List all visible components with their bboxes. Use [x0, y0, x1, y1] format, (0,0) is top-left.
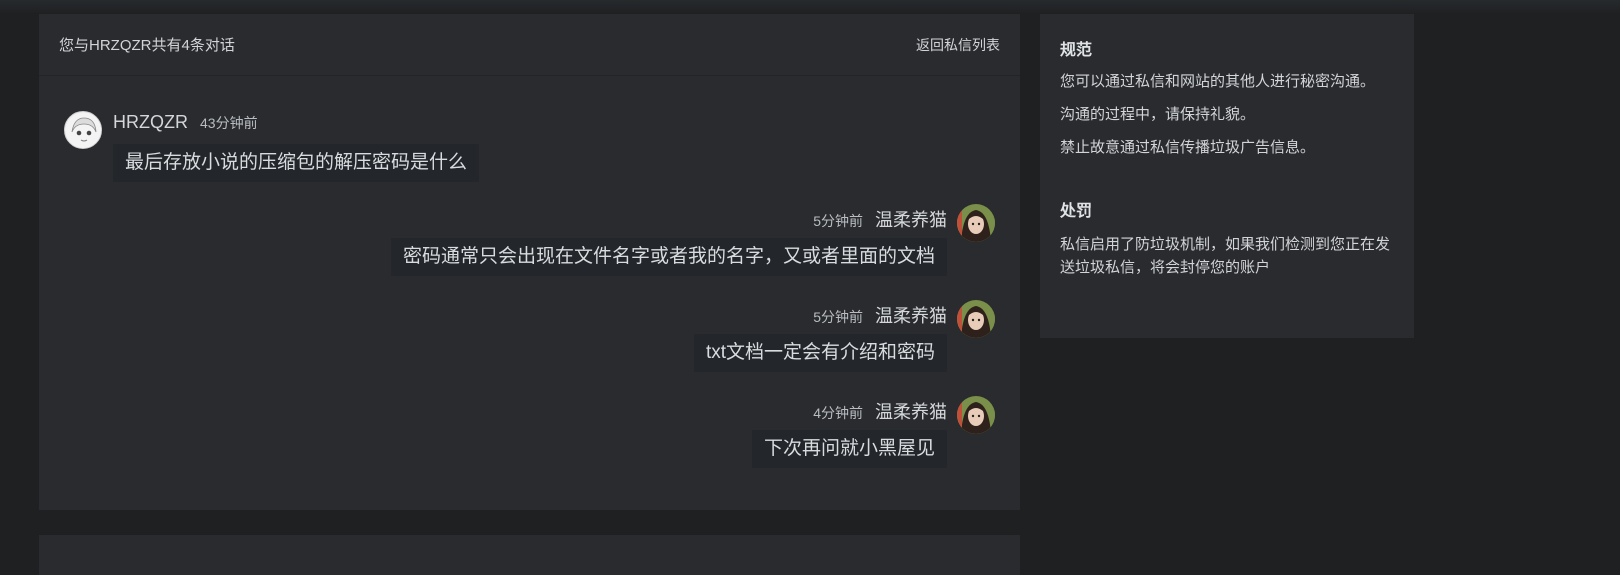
message-meta: HRZQZR 43分钟前: [113, 112, 258, 133]
girl-photo-avatar[interactable]: [957, 396, 995, 434]
conversation-panel: 您与HRZQZR共有4条对话 返回私信列表 HRZQZR 43分钟前 最后存放小…: [39, 14, 1020, 510]
message-time: 43分钟前: [200, 115, 258, 131]
penalty-heading: 处罚: [1060, 203, 1093, 220]
message-list: HRZQZR 43分钟前 最后存放小说的压缩包的解压密码是什么 5分钟前 温柔养…: [39, 76, 1020, 510]
sidebar-panel: 规范 您可以通过私信和网站的其他人进行秘密沟通。 沟通的过程中，请保持礼貌。 禁…: [1040, 14, 1414, 338]
rules-heading: 规范: [1060, 42, 1093, 59]
message-bubble: 最后存放小说的压缩包的解压密码是什么: [113, 144, 480, 182]
rules-line: 禁止故意通过私信传播垃圾广告信息。: [1060, 139, 1316, 156]
sender-name[interactable]: HRZQZR: [113, 112, 188, 133]
rules-line: 沟通的过程中，请保持礼貌。: [1060, 106, 1256, 123]
conversation-header: 您与HRZQZR共有4条对话 返回私信列表: [39, 14, 1020, 76]
sender-name[interactable]: 温柔养猫: [875, 206, 947, 232]
message-time: 4分钟前: [813, 405, 863, 421]
penalty-text: 私信启用了防垃圾机制，如果我们检测到您正在发送垃圾私信，将会封停您的账户: [1060, 236, 1391, 276]
reply-panel: [39, 535, 1020, 575]
top-bar: [0, 0, 1620, 14]
conversation-title: 您与HRZQZR共有4条对话: [59, 37, 235, 54]
sender-name[interactable]: 温柔养猫: [875, 302, 947, 328]
anime-girl-avatar[interactable]: [64, 111, 102, 149]
message-meta: 5分钟前 温柔养猫: [813, 206, 947, 232]
message-bubble: txt文档一定会有介绍和密码: [693, 334, 947, 372]
back-to-messages-link[interactable]: 返回私信列表: [916, 35, 1000, 55]
message-time: 5分钟前: [813, 309, 863, 325]
message-bubble: 下次再问就小黑屋见: [751, 430, 947, 468]
sender-name[interactable]: 温柔养猫: [875, 398, 947, 424]
message-meta: 4分钟前 温柔养猫: [813, 398, 947, 424]
rules-line: 您可以通过私信和网站的其他人进行秘密沟通。: [1060, 73, 1376, 90]
girl-photo-avatar[interactable]: [957, 204, 995, 242]
message-time: 5分钟前: [813, 213, 863, 229]
penalty-section: 处罚 私信启用了防垃圾机制，如果我们检测到您正在发送垃圾私信，将会封停您的账户: [1040, 159, 1414, 279]
message-meta: 5分钟前 温柔养猫: [813, 302, 947, 328]
message-bubble: 密码通常只会出现在文件名字或者我的名字，又或者里面的文档: [390, 238, 947, 276]
girl-photo-avatar[interactable]: [957, 300, 995, 338]
rules-section: 规范 您可以通过私信和网站的其他人进行秘密沟通。 沟通的过程中，请保持礼貌。 禁…: [1040, 14, 1414, 159]
